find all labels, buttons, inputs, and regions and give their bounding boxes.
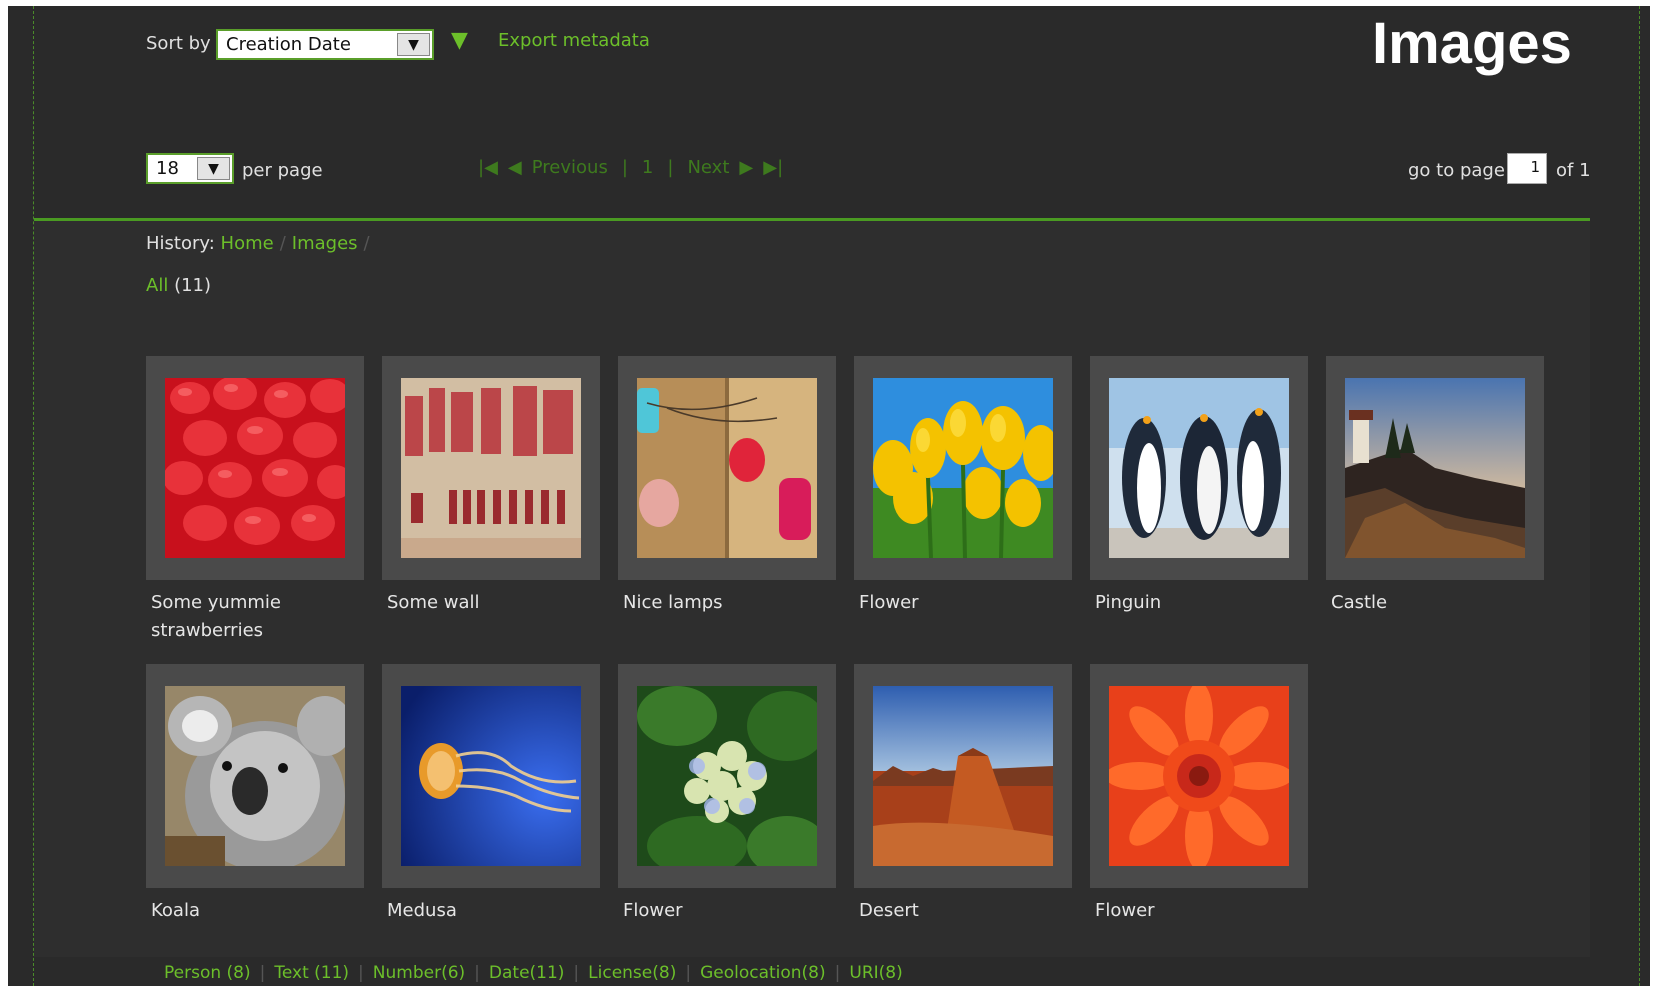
- next-page-icon[interactable]: ▶: [739, 157, 753, 178]
- tag-separator: |: [474, 963, 480, 983]
- thumbnail-frame[interactable]: [382, 664, 600, 888]
- jellyfish-photo[interactable]: [401, 686, 581, 866]
- thumbnail-frame[interactable]: [854, 356, 1072, 580]
- penguins-photo[interactable]: [1109, 378, 1289, 558]
- next-link[interactable]: Next: [687, 157, 729, 178]
- image-card[interactable]: Pinguin: [1090, 356, 1308, 617]
- chevron-down-icon[interactable]: ▼: [197, 157, 230, 180]
- lamps-photo[interactable]: [637, 378, 817, 558]
- last-page-icon[interactable]: ▶|: [763, 157, 783, 178]
- filter-all-link[interactable]: All: [146, 275, 168, 296]
- thumbnail-frame[interactable]: [382, 356, 600, 580]
- image-card[interactable]: Some yummie strawberries: [146, 356, 364, 645]
- frame-border-right: [1639, 6, 1640, 986]
- lighthouse-photo[interactable]: [1345, 378, 1525, 558]
- per-page-select[interactable]: 18 ▼: [146, 153, 234, 184]
- image-caption[interactable]: Some yummie strawberries: [146, 589, 346, 645]
- image-card[interactable]: Nice lamps: [618, 356, 836, 617]
- chrysanthemum-photo[interactable]: [1109, 686, 1289, 866]
- breadcrumb-images[interactable]: Images: [292, 233, 358, 254]
- sort-label: Sort by: [146, 33, 211, 54]
- chevron-down-icon[interactable]: ▼: [397, 33, 430, 56]
- per-page-value: 18: [156, 158, 179, 179]
- pager-divider: |: [621, 157, 628, 178]
- breadcrumb-separator: /: [279, 233, 286, 254]
- image-caption[interactable]: Medusa: [382, 897, 582, 925]
- breadcrumb-home[interactable]: Home: [221, 233, 274, 254]
- wall-photo[interactable]: [401, 378, 581, 558]
- desert-photo[interactable]: [873, 686, 1053, 866]
- tag-uri[interactable]: URI(8): [849, 963, 902, 983]
- image-card[interactable]: Desert: [854, 664, 1072, 925]
- first-page-icon[interactable]: |◀: [478, 157, 498, 178]
- breadcrumb: History: Home / Images /: [146, 233, 376, 254]
- page-count-label: of 1: [1556, 160, 1591, 181]
- sort-select-value: Creation Date: [226, 34, 351, 55]
- previous-page-icon[interactable]: ◀: [508, 157, 522, 178]
- image-caption[interactable]: Some wall: [382, 589, 582, 617]
- export-arrow-icon[interactable]: ▼: [451, 28, 468, 53]
- image-caption[interactable]: Koala: [146, 897, 346, 925]
- tag-person[interactable]: Person (8): [164, 963, 251, 983]
- breadcrumb-separator: /: [363, 233, 370, 254]
- strawberries-photo[interactable]: [165, 378, 345, 558]
- thumbnail-frame[interactable]: [1090, 356, 1308, 580]
- goto-page-label: go to page: [1408, 160, 1505, 181]
- pager-divider: |: [667, 157, 674, 178]
- image-caption[interactable]: Pinguin: [1090, 589, 1290, 617]
- image-caption[interactable]: Nice lamps: [618, 589, 818, 617]
- hydrangea-photo[interactable]: [637, 686, 817, 866]
- image-card[interactable]: Medusa: [382, 664, 600, 925]
- history-label: History:: [146, 233, 215, 254]
- thumbnail-frame[interactable]: [854, 664, 1072, 888]
- image-caption[interactable]: Flower: [618, 897, 818, 925]
- image-card[interactable]: Some wall: [382, 356, 600, 617]
- image-caption[interactable]: Desert: [854, 897, 1054, 925]
- image-caption[interactable]: Flower: [854, 589, 1054, 617]
- filter-all: All (11): [146, 275, 211, 296]
- tulips-photo[interactable]: [873, 378, 1053, 558]
- tag-filter-bar: Person (8) | Text (11) | Number(6) | Date(1…: [164, 963, 903, 983]
- sort-select[interactable]: Creation Date ▼: [216, 29, 434, 60]
- tag-separator: |: [685, 963, 692, 983]
- thumbnail-frame[interactable]: [1090, 664, 1308, 888]
- tag-separator: |: [573, 963, 580, 983]
- tag-number[interactable]: Number(6): [373, 963, 465, 983]
- tag-separator: |: [259, 963, 266, 983]
- pagination: |◀ ◀ Previous | 1 | Next ▶ ▶|: [478, 157, 783, 178]
- image-caption[interactable]: Flower: [1090, 897, 1290, 925]
- tag-text[interactable]: Text (11): [274, 963, 349, 983]
- goto-page-input[interactable]: 1: [1507, 153, 1547, 184]
- filter-all-count: (11): [174, 275, 212, 296]
- tag-separator: |: [834, 963, 841, 983]
- previous-link[interactable]: Previous: [532, 157, 608, 178]
- thumbnail-frame[interactable]: [1326, 356, 1544, 580]
- image-card[interactable]: Flower: [854, 356, 1072, 617]
- current-page-number[interactable]: 1: [642, 157, 653, 178]
- page-title: Images: [1372, 11, 1572, 76]
- thumbnail-frame[interactable]: [618, 356, 836, 580]
- image-card[interactable]: Castle: [1326, 356, 1544, 617]
- image-card[interactable]: Flower: [618, 664, 836, 925]
- tag-separator: |: [358, 963, 364, 983]
- image-card[interactable]: Flower: [1090, 664, 1308, 925]
- thumbnail-frame[interactable]: [146, 356, 364, 580]
- tag-date[interactable]: Date(11): [489, 963, 565, 983]
- tag-geolocation[interactable]: Geolocation(8): [700, 963, 826, 983]
- per-page-label: per page: [242, 160, 323, 181]
- image-caption[interactable]: Castle: [1326, 589, 1526, 617]
- thumbnail-frame[interactable]: [146, 664, 364, 888]
- image-card[interactable]: Koala: [146, 664, 364, 925]
- export-metadata-link[interactable]: Export metadata: [498, 30, 650, 51]
- tag-license[interactable]: License(8): [588, 963, 676, 983]
- koala-photo[interactable]: [165, 686, 345, 866]
- thumbnail-frame[interactable]: [618, 664, 836, 888]
